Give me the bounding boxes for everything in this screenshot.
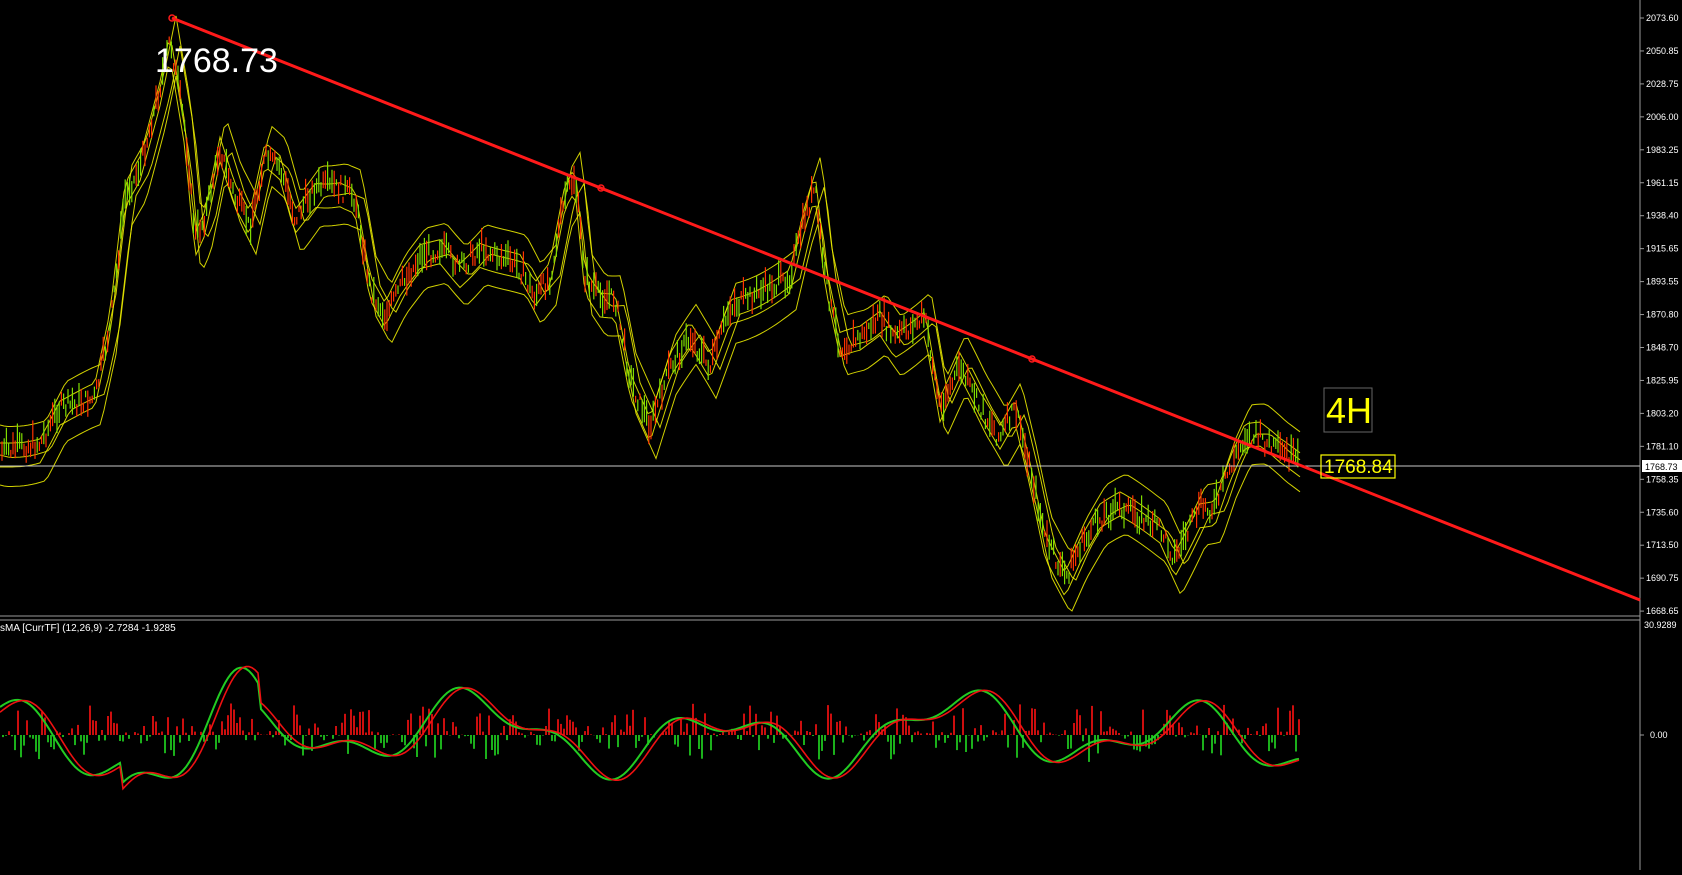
timeframe-label[interactable]: 4H bbox=[1326, 390, 1372, 431]
price-axis-label: 1893.55 bbox=[1646, 277, 1679, 287]
current-price-axis-value: 1768.73 bbox=[1645, 462, 1678, 472]
price-axis-label: 2073.60 bbox=[1646, 13, 1679, 23]
price-axis-label: 2050.85 bbox=[1646, 46, 1679, 56]
price-axis-label: 1735.60 bbox=[1646, 507, 1679, 517]
trading-chart-window[interactable]: 2073.60 2050.85 2028.75 2006.00 1983.25 1961.… bbox=[0, 0, 1682, 870]
price-axis-label: 1690.75 bbox=[1646, 573, 1679, 583]
price-axis-label: 1938.40 bbox=[1646, 211, 1679, 221]
price-axis-label: 1713.50 bbox=[1646, 540, 1679, 550]
price-axis-label: 1825.95 bbox=[1646, 375, 1679, 385]
indicator-header: sMA [CurrTF] (12,26,9) -2.7284 -1.9285 bbox=[0, 623, 176, 634]
price-axis-label: 1915.65 bbox=[1646, 244, 1679, 254]
price-axis-label: 1803.20 bbox=[1646, 408, 1679, 418]
chart-background bbox=[0, 0, 1682, 870]
price-axis-label: 2028.75 bbox=[1646, 79, 1679, 89]
price-axis-label: 2006.00 bbox=[1646, 112, 1679, 122]
chart-canvas[interactable]: 2073.60 2050.85 2028.75 2006.00 1983.25 1961.… bbox=[0, 0, 1682, 870]
price-axis-label: 1758.35 bbox=[1646, 474, 1679, 484]
price-axis-label: 1983.25 bbox=[1646, 145, 1679, 155]
price-axis-label: 1668.65 bbox=[1646, 606, 1679, 616]
indicator-axis-zero: 0.00 bbox=[1650, 730, 1668, 740]
price-annotation-label[interactable]: 1768.73 bbox=[155, 42, 278, 80]
price-axis-label: 1961.15 bbox=[1646, 178, 1679, 188]
indicator-axis-top: 30.9289 bbox=[1644, 620, 1677, 630]
price-axis-label: 1781.10 bbox=[1646, 441, 1679, 451]
price-axis-label: 1870.80 bbox=[1646, 310, 1679, 320]
price-axis-label: 1848.70 bbox=[1646, 343, 1679, 353]
current-price-tag[interactable]: 1768.84 bbox=[1324, 457, 1393, 478]
